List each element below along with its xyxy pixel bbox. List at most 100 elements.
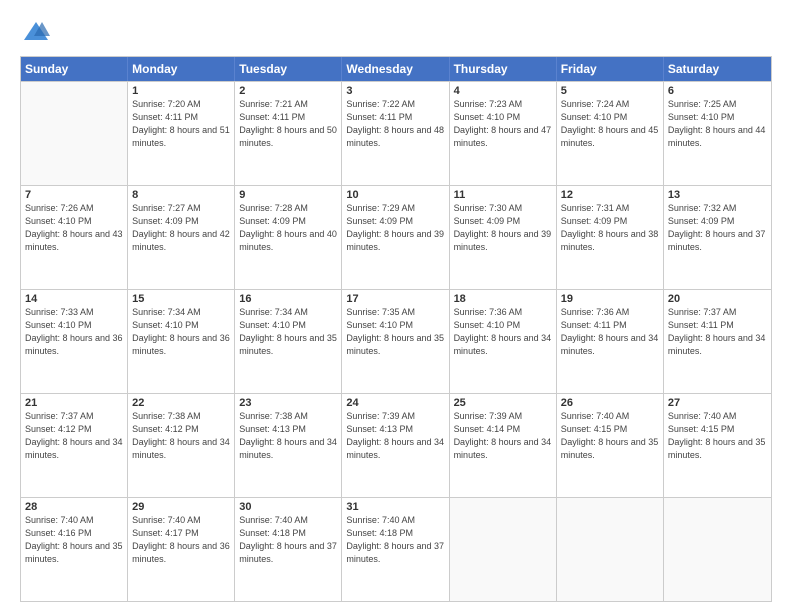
day-number: 10 bbox=[346, 189, 444, 201]
header bbox=[20, 18, 772, 46]
cal-cell: 10Sunrise: 7:29 AMSunset: 4:09 PMDayligh… bbox=[342, 186, 449, 289]
cal-row: 1Sunrise: 7:20 AMSunset: 4:11 PMDaylight… bbox=[21, 81, 771, 185]
day-number: 8 bbox=[132, 189, 230, 201]
cell-info: Sunrise: 7:39 AMSunset: 4:13 PMDaylight:… bbox=[346, 410, 444, 462]
cell-info: Sunrise: 7:34 AMSunset: 4:10 PMDaylight:… bbox=[132, 306, 230, 358]
day-number: 11 bbox=[454, 189, 552, 201]
cell-info: Sunrise: 7:22 AMSunset: 4:11 PMDaylight:… bbox=[346, 98, 444, 150]
cal-cell: 27Sunrise: 7:40 AMSunset: 4:15 PMDayligh… bbox=[664, 394, 771, 497]
day-number: 20 bbox=[668, 293, 767, 305]
day-number: 12 bbox=[561, 189, 659, 201]
day-number: 13 bbox=[668, 189, 767, 201]
page: SundayMondayTuesdayWednesdayThursdayFrid… bbox=[0, 0, 792, 612]
cell-info: Sunrise: 7:38 AMSunset: 4:12 PMDaylight:… bbox=[132, 410, 230, 462]
cell-info: Sunrise: 7:39 AMSunset: 4:14 PMDaylight:… bbox=[454, 410, 552, 462]
cal-cell: 30Sunrise: 7:40 AMSunset: 4:18 PMDayligh… bbox=[235, 498, 342, 601]
cal-cell: 20Sunrise: 7:37 AMSunset: 4:11 PMDayligh… bbox=[664, 290, 771, 393]
cal-cell bbox=[664, 498, 771, 601]
cal-header-cell: Friday bbox=[557, 57, 664, 81]
cell-info: Sunrise: 7:25 AMSunset: 4:10 PMDaylight:… bbox=[668, 98, 767, 150]
cell-info: Sunrise: 7:37 AMSunset: 4:12 PMDaylight:… bbox=[25, 410, 123, 462]
cell-info: Sunrise: 7:27 AMSunset: 4:09 PMDaylight:… bbox=[132, 202, 230, 254]
day-number: 31 bbox=[346, 501, 444, 513]
day-number: 18 bbox=[454, 293, 552, 305]
cal-cell: 21Sunrise: 7:37 AMSunset: 4:12 PMDayligh… bbox=[21, 394, 128, 497]
day-number: 26 bbox=[561, 397, 659, 409]
cell-info: Sunrise: 7:26 AMSunset: 4:10 PMDaylight:… bbox=[25, 202, 123, 254]
cal-cell: 15Sunrise: 7:34 AMSunset: 4:10 PMDayligh… bbox=[128, 290, 235, 393]
cal-row: 14Sunrise: 7:33 AMSunset: 4:10 PMDayligh… bbox=[21, 289, 771, 393]
day-number: 21 bbox=[25, 397, 123, 409]
calendar-body: 1Sunrise: 7:20 AMSunset: 4:11 PMDaylight… bbox=[21, 81, 771, 601]
cell-info: Sunrise: 7:32 AMSunset: 4:09 PMDaylight:… bbox=[668, 202, 767, 254]
day-number: 9 bbox=[239, 189, 337, 201]
cell-info: Sunrise: 7:40 AMSunset: 4:16 PMDaylight:… bbox=[25, 514, 123, 566]
cal-cell: 31Sunrise: 7:40 AMSunset: 4:18 PMDayligh… bbox=[342, 498, 449, 601]
cal-cell: 19Sunrise: 7:36 AMSunset: 4:11 PMDayligh… bbox=[557, 290, 664, 393]
day-number: 3 bbox=[346, 85, 444, 97]
day-number: 17 bbox=[346, 293, 444, 305]
cell-info: Sunrise: 7:24 AMSunset: 4:10 PMDaylight:… bbox=[561, 98, 659, 150]
logo bbox=[20, 18, 50, 46]
cell-info: Sunrise: 7:38 AMSunset: 4:13 PMDaylight:… bbox=[239, 410, 337, 462]
cell-info: Sunrise: 7:20 AMSunset: 4:11 PMDaylight:… bbox=[132, 98, 230, 150]
calendar: SundayMondayTuesdayWednesdayThursdayFrid… bbox=[20, 56, 772, 602]
cal-header-cell: Sunday bbox=[21, 57, 128, 81]
cal-cell: 12Sunrise: 7:31 AMSunset: 4:09 PMDayligh… bbox=[557, 186, 664, 289]
cal-cell: 13Sunrise: 7:32 AMSunset: 4:09 PMDayligh… bbox=[664, 186, 771, 289]
cal-cell: 9Sunrise: 7:28 AMSunset: 4:09 PMDaylight… bbox=[235, 186, 342, 289]
cal-header-cell: Thursday bbox=[450, 57, 557, 81]
cell-info: Sunrise: 7:34 AMSunset: 4:10 PMDaylight:… bbox=[239, 306, 337, 358]
day-number: 29 bbox=[132, 501, 230, 513]
cal-cell: 8Sunrise: 7:27 AMSunset: 4:09 PMDaylight… bbox=[128, 186, 235, 289]
cell-info: Sunrise: 7:36 AMSunset: 4:10 PMDaylight:… bbox=[454, 306, 552, 358]
cal-cell: 5Sunrise: 7:24 AMSunset: 4:10 PMDaylight… bbox=[557, 82, 664, 185]
cell-info: Sunrise: 7:33 AMSunset: 4:10 PMDaylight:… bbox=[25, 306, 123, 358]
cal-cell bbox=[21, 82, 128, 185]
cell-info: Sunrise: 7:28 AMSunset: 4:09 PMDaylight:… bbox=[239, 202, 337, 254]
calendar-header: SundayMondayTuesdayWednesdayThursdayFrid… bbox=[21, 57, 771, 81]
cal-cell: 22Sunrise: 7:38 AMSunset: 4:12 PMDayligh… bbox=[128, 394, 235, 497]
day-number: 14 bbox=[25, 293, 123, 305]
cell-info: Sunrise: 7:37 AMSunset: 4:11 PMDaylight:… bbox=[668, 306, 767, 358]
cal-cell: 28Sunrise: 7:40 AMSunset: 4:16 PMDayligh… bbox=[21, 498, 128, 601]
cal-cell: 1Sunrise: 7:20 AMSunset: 4:11 PMDaylight… bbox=[128, 82, 235, 185]
cal-header-cell: Wednesday bbox=[342, 57, 449, 81]
day-number: 22 bbox=[132, 397, 230, 409]
cell-info: Sunrise: 7:29 AMSunset: 4:09 PMDaylight:… bbox=[346, 202, 444, 254]
cell-info: Sunrise: 7:30 AMSunset: 4:09 PMDaylight:… bbox=[454, 202, 552, 254]
cal-cell: 3Sunrise: 7:22 AMSunset: 4:11 PMDaylight… bbox=[342, 82, 449, 185]
cell-info: Sunrise: 7:40 AMSunset: 4:18 PMDaylight:… bbox=[346, 514, 444, 566]
cal-cell: 7Sunrise: 7:26 AMSunset: 4:10 PMDaylight… bbox=[21, 186, 128, 289]
day-number: 28 bbox=[25, 501, 123, 513]
cal-cell: 11Sunrise: 7:30 AMSunset: 4:09 PMDayligh… bbox=[450, 186, 557, 289]
day-number: 5 bbox=[561, 85, 659, 97]
cal-row: 21Sunrise: 7:37 AMSunset: 4:12 PMDayligh… bbox=[21, 393, 771, 497]
cal-header-cell: Tuesday bbox=[235, 57, 342, 81]
day-number: 24 bbox=[346, 397, 444, 409]
cal-row: 7Sunrise: 7:26 AMSunset: 4:10 PMDaylight… bbox=[21, 185, 771, 289]
day-number: 25 bbox=[454, 397, 552, 409]
cal-cell: 18Sunrise: 7:36 AMSunset: 4:10 PMDayligh… bbox=[450, 290, 557, 393]
cal-cell: 6Sunrise: 7:25 AMSunset: 4:10 PMDaylight… bbox=[664, 82, 771, 185]
cell-info: Sunrise: 7:40 AMSunset: 4:17 PMDaylight:… bbox=[132, 514, 230, 566]
day-number: 23 bbox=[239, 397, 337, 409]
cal-cell bbox=[557, 498, 664, 601]
cal-cell: 25Sunrise: 7:39 AMSunset: 4:14 PMDayligh… bbox=[450, 394, 557, 497]
cal-cell: 17Sunrise: 7:35 AMSunset: 4:10 PMDayligh… bbox=[342, 290, 449, 393]
cell-info: Sunrise: 7:36 AMSunset: 4:11 PMDaylight:… bbox=[561, 306, 659, 358]
day-number: 7 bbox=[25, 189, 123, 201]
day-number: 2 bbox=[239, 85, 337, 97]
day-number: 15 bbox=[132, 293, 230, 305]
day-number: 1 bbox=[132, 85, 230, 97]
cal-cell: 2Sunrise: 7:21 AMSunset: 4:11 PMDaylight… bbox=[235, 82, 342, 185]
day-number: 16 bbox=[239, 293, 337, 305]
cell-info: Sunrise: 7:35 AMSunset: 4:10 PMDaylight:… bbox=[346, 306, 444, 358]
day-number: 27 bbox=[668, 397, 767, 409]
cal-cell: 16Sunrise: 7:34 AMSunset: 4:10 PMDayligh… bbox=[235, 290, 342, 393]
cal-header-cell: Monday bbox=[128, 57, 235, 81]
cal-cell: 24Sunrise: 7:39 AMSunset: 4:13 PMDayligh… bbox=[342, 394, 449, 497]
day-number: 6 bbox=[668, 85, 767, 97]
cell-info: Sunrise: 7:40 AMSunset: 4:15 PMDaylight:… bbox=[668, 410, 767, 462]
cal-header-cell: Saturday bbox=[664, 57, 771, 81]
